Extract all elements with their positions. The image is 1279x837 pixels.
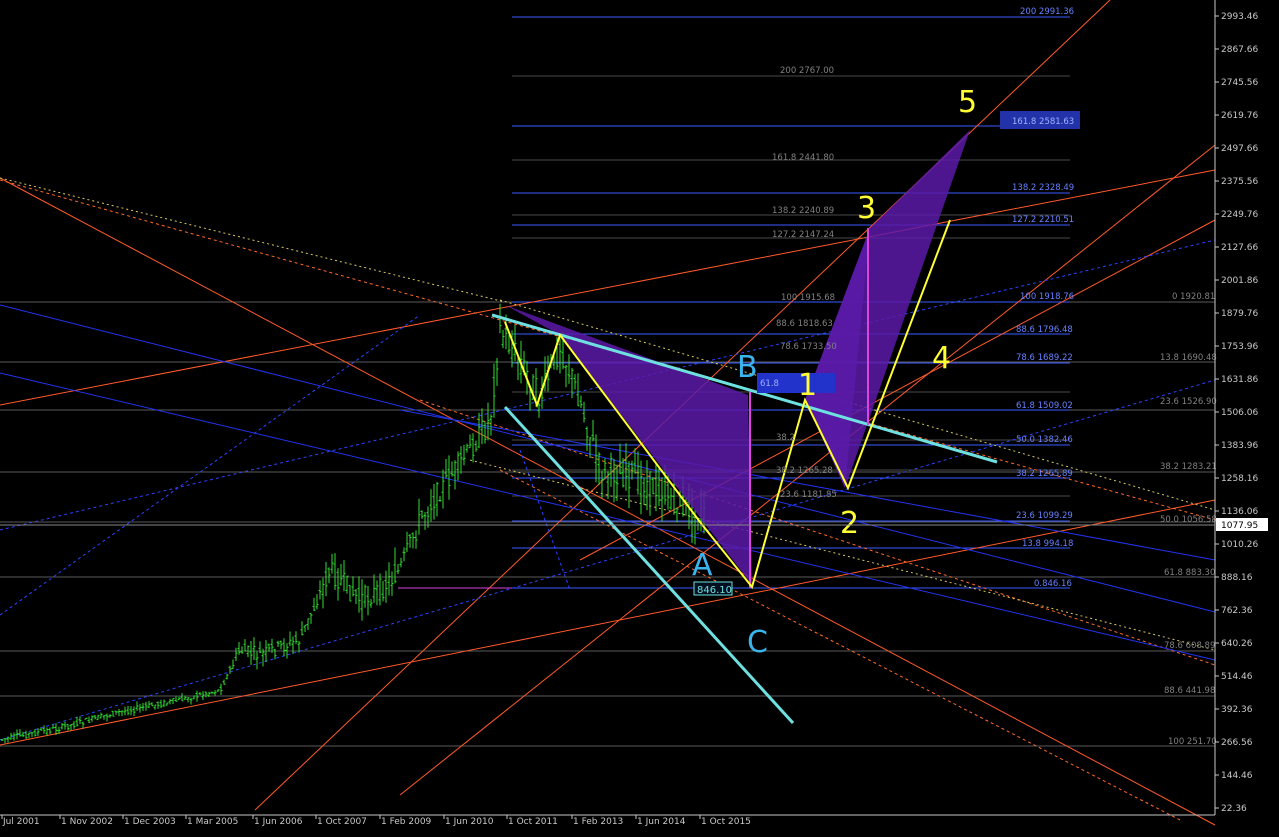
fib-label: 127.2 2147.24: [772, 230, 834, 240]
wave-label-2: 2: [840, 506, 859, 541]
current-price: 1077.95: [1221, 521, 1258, 531]
date-tick-label: 1 Dec 2003: [124, 817, 176, 827]
fib-label: 88.6 1818.63: [776, 319, 833, 329]
chart-area[interactable]: 200 2991.36 200 2767.00 161.8 2581.63 16…: [0, 0, 1279, 833]
fib-label: 50.0 1382.46: [1016, 435, 1073, 445]
price-tick-label: 2001.86: [1221, 276, 1258, 286]
date-tick-label: 1 Nov 2002: [61, 817, 113, 827]
fib-label: 0.846.16: [1034, 579, 1072, 589]
fib-label: 100 1915.68: [781, 293, 835, 303]
date-tick-label: 1 Oct 2015: [701, 817, 751, 827]
fib-label: 161.8 2581.63: [1012, 117, 1074, 127]
fib-label: 0 1920.81: [1172, 292, 1215, 302]
fib-label: 38.2: [776, 433, 795, 443]
fib-label: 23.6 1526.90: [1160, 397, 1217, 407]
date-tick-label: 1 Oct 2011: [508, 817, 558, 827]
date-tick-label: Jul 2001: [2, 817, 40, 827]
date-axis: Jul 2001 1 Nov 2002 1 Dec 2003 1 Mar 2005 1 …: [0, 814, 1215, 827]
abc-label-c: C: [747, 625, 768, 660]
price-tick-label: 266.56: [1221, 738, 1253, 748]
price-tick-label: 1631.86: [1221, 375, 1258, 385]
price-tick-label: 2375.56: [1221, 177, 1258, 187]
price-tick-label: 2993.46: [1221, 12, 1258, 22]
fib-label: 38.2 1265.89: [1016, 469, 1073, 479]
price-tick-label: 2249.76: [1221, 210, 1258, 220]
fib-label: 13.8 1690.48: [1160, 353, 1217, 363]
date-tick-label: 1 Jun 2014: [637, 817, 686, 827]
price-tick-label: 1258.16: [1221, 474, 1258, 484]
price-tick-label: 1879.76: [1221, 309, 1258, 319]
price-tick-label: 1506.06: [1221, 408, 1258, 418]
orange-dashed-lines: [0, 179, 1216, 821]
fib-label: 38.2 1265.28: [776, 466, 833, 476]
price-tick-label: 22.36: [1221, 804, 1247, 814]
fib-label: 61.8 1509.02: [1016, 401, 1073, 411]
price-tick-label: 514.46: [1221, 672, 1253, 682]
fib-label: 138.2 2328.49: [1012, 183, 1074, 193]
price-tick-label: 2745.56: [1221, 78, 1258, 88]
price-tick-label: 392.36: [1221, 705, 1253, 715]
fib-label: 61.8: [760, 379, 779, 389]
point-a-price: 846.10: [697, 585, 732, 596]
fib-label: 138.2 2240.89: [772, 206, 834, 216]
fib-label: 61.8 883.30: [1164, 568, 1215, 578]
price-tick-label: 2619.76: [1221, 111, 1258, 121]
price-tick-label: 1383.96: [1221, 441, 1258, 451]
fib-label: 50.0 1056.58: [1160, 515, 1217, 525]
fib-label: 88.6 1796.48: [1016, 325, 1073, 335]
price-tick-label: 1753.96: [1221, 342, 1258, 352]
wave-label-3: 3: [857, 191, 876, 226]
abc-label-a: A: [692, 548, 713, 583]
fib-label: 23.6 1099.29: [1016, 511, 1073, 521]
date-tick-label: 1 Feb 2009: [381, 817, 432, 827]
fib-label: 23.6 1181.85: [780, 490, 837, 500]
wave-label-1: 1: [798, 368, 817, 403]
wave-label-5: 5: [958, 85, 977, 120]
fib-label: 78.6 1733.50: [780, 342, 837, 352]
price-tick-label: 1136.06: [1221, 507, 1258, 517]
price-tick-label: 1010.26: [1221, 540, 1258, 550]
price-tick-label: 144.46: [1221, 771, 1253, 781]
price-tick-label: 762.36: [1221, 606, 1253, 616]
abc-label-b: B: [737, 350, 758, 385]
fib-label: 127.2 2210.51: [1012, 215, 1074, 225]
date-tick-label: 1 Feb 2013: [573, 817, 623, 827]
date-tick-label: 1 Mar 2005: [187, 817, 238, 827]
fib-label: 88.6 441.98: [1164, 686, 1215, 696]
yellow-dashed-lines: [0, 177, 1216, 651]
fib-label: 78.6 608.89: [1164, 641, 1215, 651]
date-tick-label: 1 Jun 2010: [445, 817, 494, 827]
price-tick-label: 2867.66: [1221, 45, 1258, 55]
fib-label: 13.8 994.18: [1022, 539, 1073, 549]
date-tick-label: 1 Oct 2007: [317, 817, 367, 827]
fib-label: 100 1918.76: [1020, 292, 1074, 302]
fib-label: 100 251.70: [1168, 737, 1217, 747]
price-tick-label: 2497.66: [1221, 144, 1258, 154]
wave-label-4: 4: [932, 341, 951, 376]
fib-label: 161.8 2441.80: [772, 153, 834, 163]
price-tick-label: 640.26: [1221, 639, 1253, 649]
date-tick-label: 1 Jun 2006: [254, 817, 303, 827]
fib-label: 38.2 1283.21: [1160, 462, 1217, 472]
price-tick-label: 888.16: [1221, 573, 1253, 583]
price-chart[interactable]: 200 2991.36 200 2767.00 161.8 2581.63 16…: [0, 0, 1279, 833]
fib-label: 78.6 1689.22: [1016, 353, 1073, 363]
price-tick-label: 2127.66: [1221, 243, 1258, 253]
fib-label: 200 2767.00: [780, 66, 834, 76]
fib-label: 200 2991.36: [1020, 7, 1074, 17]
